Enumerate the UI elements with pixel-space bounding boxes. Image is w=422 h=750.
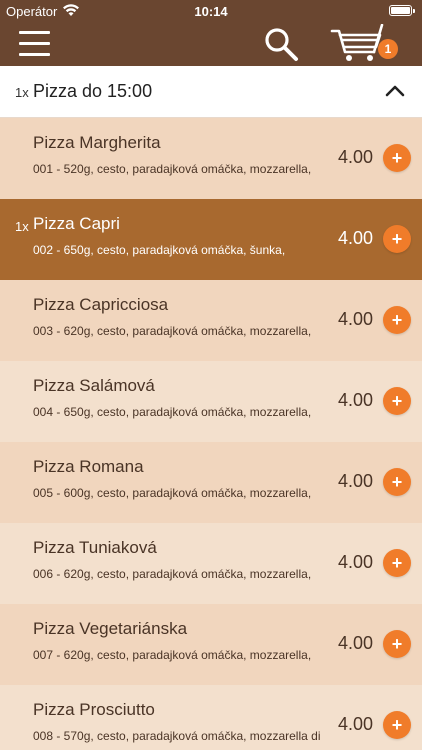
product-name: Pizza Romana — [33, 457, 144, 476]
add-to-cart-button[interactable]: + — [383, 711, 411, 739]
product-name: Pizza Prosciutto — [33, 700, 155, 719]
product-price: 4.00 — [338, 309, 374, 329]
product-description: 002 - 650g, cesto, paradajková omáčka, š… — [33, 243, 286, 257]
product-row[interactable]: Pizza Vegetariánska 007 - 620g, cesto, p… — [0, 604, 422, 685]
product-row[interactable]: Pizza Margherita 001 - 520g, cesto, para… — [0, 118, 422, 199]
clock-time: 10:14 — [194, 4, 228, 19]
product-row[interactable]: Pizza Salámová 004 - 650g, cesto, parada… — [0, 361, 422, 442]
add-to-cart-button[interactable]: + — [383, 630, 411, 658]
add-to-cart-button[interactable]: + — [383, 387, 411, 415]
battery-icon — [389, 5, 415, 16]
cart-icon — [330, 24, 384, 54]
product-list: Pizza Margherita 001 - 520g, cesto, para… — [0, 118, 422, 750]
product-price: 4.00 — [338, 552, 374, 572]
product-row[interactable]: Pizza Capricciosa 003 - 620g, cesto, par… — [0, 280, 422, 361]
add-to-cart-button[interactable]: + — [383, 549, 411, 577]
product-name: Pizza Margherita — [33, 133, 161, 152]
product-price: 4.00 — [338, 228, 374, 248]
product-description: 005 - 600g, cesto, paradajková omáčka, m… — [33, 486, 312, 500]
add-to-cart-button[interactable]: + — [383, 144, 411, 172]
product-quantity: 1x — [15, 219, 29, 234]
product-price: 4.00 — [338, 714, 374, 734]
product-price: 4.00 — [338, 390, 374, 410]
chevron-up-icon[interactable] — [384, 83, 406, 99]
product-price: 4.00 — [338, 147, 374, 167]
hamburger-menu-icon — [19, 31, 50, 34]
product-name: Pizza Capricciosa — [33, 295, 169, 314]
menu-button[interactable] — [19, 31, 50, 57]
product-price: 4.00 — [338, 633, 374, 653]
product-description: 003 - 620g, cesto, paradajková omáčka, m… — [33, 324, 312, 338]
category-header[interactable]: 1x Pizza do 15:00 — [0, 66, 422, 118]
add-to-cart-button[interactable]: + — [383, 225, 411, 253]
product-name: Pizza Vegetariánska — [33, 619, 188, 638]
product-row[interactable]: Pizza Romana 005 - 600g, cesto, paradajk… — [0, 442, 422, 523]
product-name: Pizza Tuniaková — [33, 538, 157, 557]
category-quantity: 1x — [15, 85, 29, 100]
category-title: Pizza do 15:00 — [33, 81, 153, 101]
add-to-cart-button[interactable]: + — [383, 468, 411, 496]
search-icon — [265, 28, 298, 61]
product-description: 001 - 520g, cesto, paradajková omáčka, m… — [33, 162, 312, 176]
cart-count-badge: 1 — [378, 39, 398, 59]
status-bar: Operátor 10:14 — [0, 0, 422, 22]
product-description: 008 - 570g, cesto, paradajková omáčka, m… — [33, 729, 321, 743]
nav-bar: 1 — [0, 22, 422, 66]
product-description: 007 - 620g, cesto, paradajková omáčka, m… — [33, 648, 312, 662]
cart-button[interactable] — [330, 24, 384, 64]
search-button[interactable] — [262, 26, 300, 62]
product-row[interactable]: Pizza Tuniaková 006 - 620g, cesto, parad… — [0, 523, 422, 604]
add-to-cart-button[interactable]: + — [383, 306, 411, 334]
product-name: Pizza Capri — [33, 214, 120, 233]
product-description: 004 - 650g, cesto, paradajková omáčka, m… — [33, 405, 312, 419]
product-row-selected[interactable]: 1x Pizza Capri 002 - 650g, cesto, parada… — [0, 199, 422, 280]
product-price: 4.00 — [338, 471, 374, 491]
product-row[interactable]: Pizza Prosciutto 008 - 570g, cesto, para… — [0, 685, 422, 750]
product-name: Pizza Salámová — [33, 376, 155, 395]
product-description: 006 - 620g, cesto, paradajková omáčka, m… — [33, 567, 312, 581]
